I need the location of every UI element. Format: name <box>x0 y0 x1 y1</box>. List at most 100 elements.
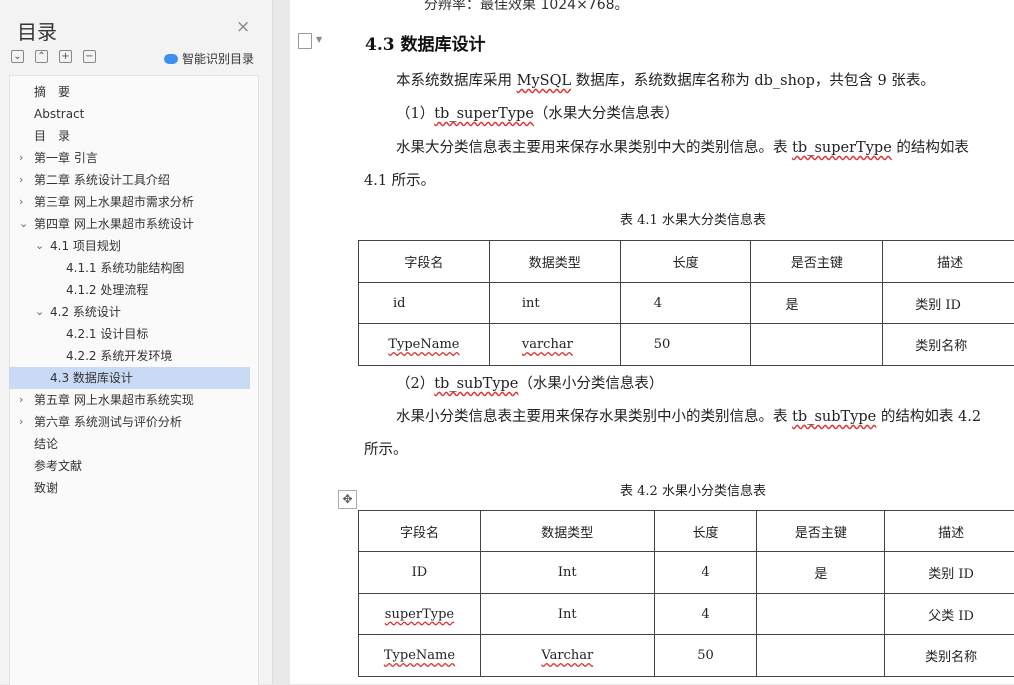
toc-item[interactable]: Abstract <box>9 103 257 125</box>
subheading-subtype: （2）tb_subType（水果小分类信息表） <box>396 372 663 393</box>
paragraph-subtype-1: 水果小分类信息表主要用来保存水果类别中小的类别信息。表 tb_subType 的… <box>396 405 981 426</box>
table-cell: int <box>489 283 620 324</box>
table-row: TypeName Varchar 50 类别名称 <box>359 635 1014 677</box>
toc-item[interactable]: ⌄ 4.2 系统设计 <box>9 301 257 323</box>
toc-item-label: 4.2.1 设计目标 <box>66 323 148 345</box>
table-cell: 50 <box>654 635 757 677</box>
paragraph-supertype-1: 水果大分类信息表主要用来保存水果类别中大的类别信息。表 tb_superType… <box>396 136 969 157</box>
toc-item[interactable]: 4.2.2 系统开发环境 <box>9 345 257 367</box>
toc-item[interactable]: ⌄第四章 网上水果超市系统设计 <box>9 213 257 235</box>
toc-item[interactable]: 4.3 数据库设计 <box>9 367 250 389</box>
table-cell: superType <box>359 594 481 635</box>
header-cell: 字段名 <box>359 511 481 552</box>
toc-item[interactable]: 目 录 <box>9 125 257 147</box>
chevron-down-icon[interactable]: ⌄ <box>35 301 44 323</box>
toc-item[interactable]: ⌄ 4.1 项目规划 <box>9 235 257 257</box>
toc-item-label: 4.1.2 处理流程 <box>66 279 148 301</box>
smart-toc-button[interactable]: 智能识别目录 <box>164 50 254 67</box>
toc-item-label: 第五章 网上水果超市系统实现 <box>34 389 194 411</box>
toc-item-label: 第三章 网上水果超市需求分析 <box>34 191 194 213</box>
table-move-handle-icon[interactable]: ✥ <box>338 490 357 509</box>
toc-item[interactable]: › 第五章 网上水果超市系统实现 <box>9 389 257 411</box>
table-cell: 类别 ID <box>885 552 1014 594</box>
section-heading: 4.3 数据库设计 <box>365 30 486 55</box>
toc-item[interactable]: 结论 <box>9 433 257 455</box>
toc-item-label: 4.1 项目规划 <box>50 235 121 257</box>
header-cell: 描述 <box>885 511 1014 552</box>
toc-item-label: 4.2 系统设计 <box>50 301 121 323</box>
table-cell: Int <box>480 594 654 635</box>
toc-item[interactable]: 4.1.1 系统功能结构图 <box>9 257 257 279</box>
chevron-right-icon[interactable]: › <box>19 147 23 169</box>
chevron-down-icon[interactable]: ▼ <box>316 35 322 44</box>
toc-toolbar: ⌄ ⌃ + − <box>11 50 96 63</box>
ai-icon <box>164 54 178 64</box>
close-icon[interactable]: × <box>236 19 250 36</box>
add-heading-icon[interactable]: + <box>59 50 72 63</box>
chevron-right-icon[interactable]: › <box>19 191 23 213</box>
chevron-down-icon[interactable]: ⌄ <box>35 235 44 257</box>
toc-item-label: 致谢 <box>34 477 58 499</box>
paragraph-subtype-2: 所示。 <box>364 438 408 459</box>
paragraph-supertype-2: 4.1 所示。 <box>364 169 435 190</box>
toc-item-label: Abstract <box>34 103 84 125</box>
collapse-all-icon[interactable]: ⌄ <box>11 50 24 63</box>
expand-all-icon[interactable]: ⌃ <box>35 50 48 63</box>
table-cell: TypeName <box>359 324 490 366</box>
toc-sidebar: 目录 × ⌄ ⌃ + − 智能识别目录 摘 要Abstract目 录›第一章 引… <box>0 0 273 684</box>
table-cell: 类别名称 <box>883 324 1014 366</box>
remove-heading-icon[interactable]: − <box>83 50 96 63</box>
header-cell: 数据类型 <box>480 511 654 552</box>
toc-item[interactable]: 4.1.2 处理流程 <box>9 279 257 301</box>
smart-toc-label: 智能识别目录 <box>182 50 254 67</box>
header-cell: 长度 <box>620 241 751 283</box>
table-caption-2: 表 4.2 水果小分类信息表 <box>620 480 766 499</box>
table-cell: TypeName <box>359 635 481 677</box>
table-header-row: 字段名 数据类型 长度 是否主键 描述 <box>359 511 1014 552</box>
cut-off-line: 分辨率：最佳效果 1024×768。 <box>424 0 629 14</box>
toc-item[interactable]: › 第六章 系统测试与评价分析 <box>9 411 257 433</box>
toc-item[interactable]: 致谢 <box>9 477 257 499</box>
table-cell <box>751 324 883 366</box>
document-icon[interactable] <box>298 33 312 49</box>
table-cell: Int <box>480 552 654 594</box>
table-supertype: 字段名 数据类型 长度 是否主键 描述 id int 4 是 类别 ID Typ… <box>358 240 1014 366</box>
toc-item[interactable]: › 第二章 系统设计工具介绍 <box>9 169 257 191</box>
sidebar-title: 目录 <box>17 16 57 45</box>
toc-item-label: 第二章 系统设计工具介绍 <box>34 169 170 191</box>
table-cell: 4 <box>654 552 757 594</box>
toc-item[interactable]: 摘 要 <box>9 81 257 103</box>
table-cell: 类别名称 <box>885 635 1014 677</box>
table-row: id int 4 是 类别 ID <box>359 283 1014 324</box>
chevron-right-icon[interactable]: › <box>19 169 23 191</box>
chevron-right-icon[interactable]: › <box>19 411 23 433</box>
table-cell: Varchar <box>480 635 654 677</box>
table-cell: ID <box>359 552 481 594</box>
toc-item[interactable]: 参考文献 <box>9 455 257 477</box>
chevron-right-icon[interactable]: › <box>19 389 23 411</box>
toc-item[interactable]: ›第一章 引言 <box>9 147 257 169</box>
table-cell: 是 <box>751 283 883 324</box>
table-caption-1: 表 4.1 水果大分类信息表 <box>620 209 766 228</box>
toc-item[interactable]: 4.2.1 设计目标 <box>9 323 257 345</box>
toc-item-label: 目 录 <box>34 125 70 147</box>
table-cell: varchar <box>489 324 620 366</box>
table-cell: 4 <box>620 283 751 324</box>
toc-item-label: 4.3 数据库设计 <box>50 367 133 389</box>
table-cell: 4 <box>654 594 757 635</box>
table-header-row: 字段名 数据类型 长度 是否主键 描述 <box>359 241 1014 283</box>
header-cell: 是否主键 <box>757 511 885 552</box>
chevron-down-icon[interactable]: ⌄ <box>19 213 28 235</box>
table-cell: 是 <box>757 552 885 594</box>
paragraph-db-intro: 本系统数据库采用 MySQL 数据库，系统数据库名称为 db_shop，共包含 … <box>396 69 935 90</box>
toc-item-label: 第六章 系统测试与评价分析 <box>34 411 182 433</box>
toc-item-label: 4.1.1 系统功能结构图 <box>66 257 184 279</box>
table-cell <box>757 635 885 677</box>
toc-item[interactable]: › 第三章 网上水果超市需求分析 <box>9 191 257 213</box>
toc-item-label: 摘 要 <box>34 81 70 103</box>
toc-item-label: 参考文献 <box>34 455 82 477</box>
table-row: ID Int 4 是 类别 ID <box>359 552 1014 594</box>
table-row: TypeName varchar 50 类别名称 <box>359 324 1014 366</box>
table-row: superType Int 4 父类 ID <box>359 594 1014 635</box>
table-cell: 父类 ID <box>885 594 1014 635</box>
